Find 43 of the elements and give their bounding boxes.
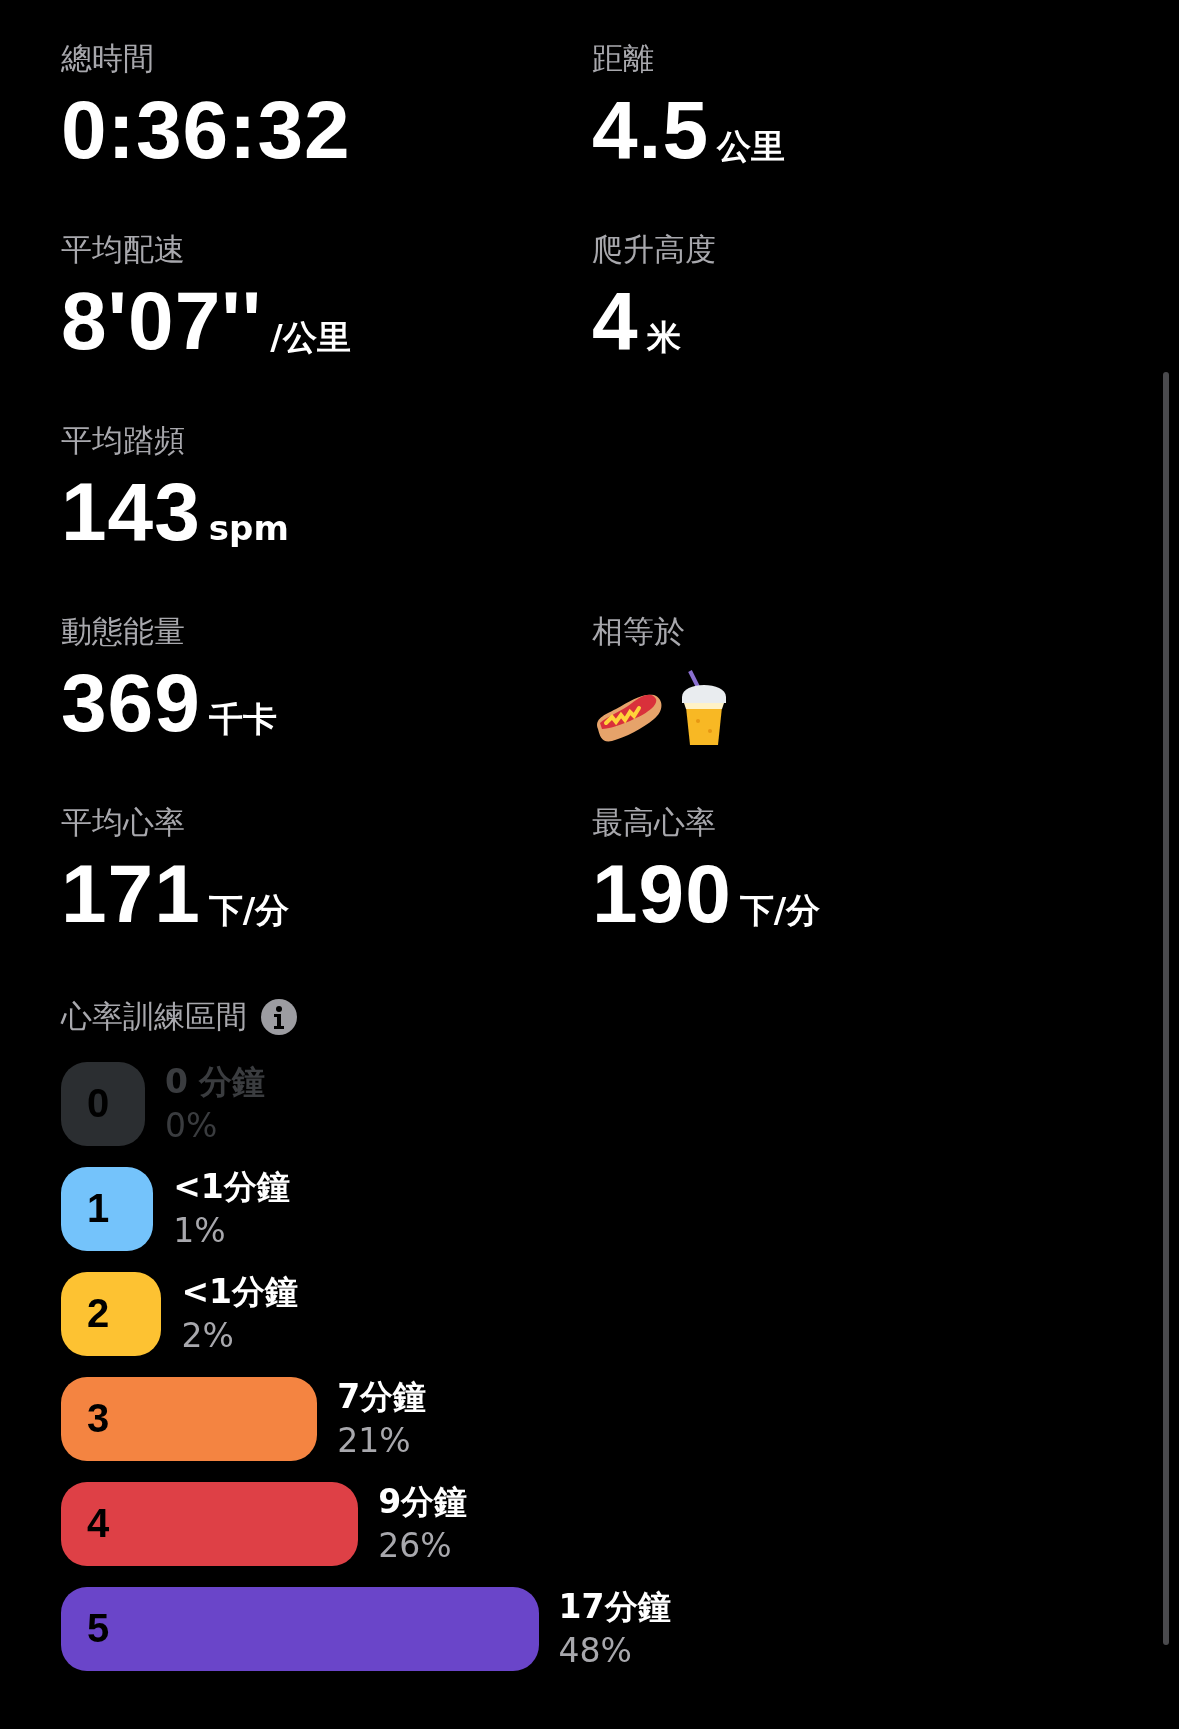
metric-value: 171 <box>61 848 201 940</box>
zone-percent: 21% <box>337 1419 412 1462</box>
metric-unit: 米 <box>646 316 681 359</box>
metric-value: 190 <box>592 848 732 940</box>
zone-percent: 2% <box>181 1314 235 1357</box>
zone-time: 17分鐘 <box>558 1585 671 1628</box>
metric-label: 最高心率 <box>592 803 716 842</box>
zone-percent: 48% <box>558 1629 633 1672</box>
metric-label: 平均心率 <box>61 803 185 842</box>
metric-label: 平均配速 <box>61 230 185 269</box>
metric-unit: 下/分 <box>739 889 821 932</box>
zone-bar: 5 <box>61 1586 539 1671</box>
zone-percent: 1% <box>173 1209 227 1252</box>
metric-unit: 公里 <box>717 125 785 168</box>
zone-time: 0 分鐘 <box>165 1060 266 1103</box>
zone-time: 7分鐘 <box>337 1375 427 1418</box>
metric-label: 平均踏頻 <box>61 421 185 460</box>
zone-time: <1分鐘 <box>181 1270 298 1313</box>
info-icon[interactable] <box>261 999 297 1035</box>
metric-value: 143 <box>61 466 201 558</box>
metric-unit: spm <box>208 508 289 548</box>
section-title: 心率訓練區間 <box>61 997 247 1036</box>
metric-unit: /公里 <box>270 316 351 359</box>
zone-bar: 1 <box>61 1166 154 1251</box>
metric-label: 總時間 <box>61 39 154 78</box>
metric-label: 距離 <box>592 39 654 78</box>
metric-value: 4 <box>592 275 639 367</box>
metric-value: 4.5 <box>592 84 709 176</box>
metric-value: 8'07'' <box>61 275 263 367</box>
metric-label: 爬升高度 <box>592 230 716 269</box>
zone-percent: 26% <box>378 1524 453 1567</box>
metric-unit: 下/分 <box>208 889 290 932</box>
zone-time: 9分鐘 <box>378 1480 468 1523</box>
zone-bar: 4 <box>61 1481 359 1566</box>
zone-percent: 0% <box>165 1104 219 1147</box>
metric-value: 0:36:32 <box>61 84 351 176</box>
zone-bar: 2 <box>61 1271 162 1356</box>
zone-bar: 3 <box>61 1376 318 1461</box>
metric-label: 相等於 <box>592 612 685 651</box>
metric-unit: 千卡 <box>208 698 277 741</box>
metric-label: 動態能量 <box>61 612 185 651</box>
metric-value: 369 <box>61 657 201 749</box>
zone-time: <1分鐘 <box>173 1165 290 1208</box>
